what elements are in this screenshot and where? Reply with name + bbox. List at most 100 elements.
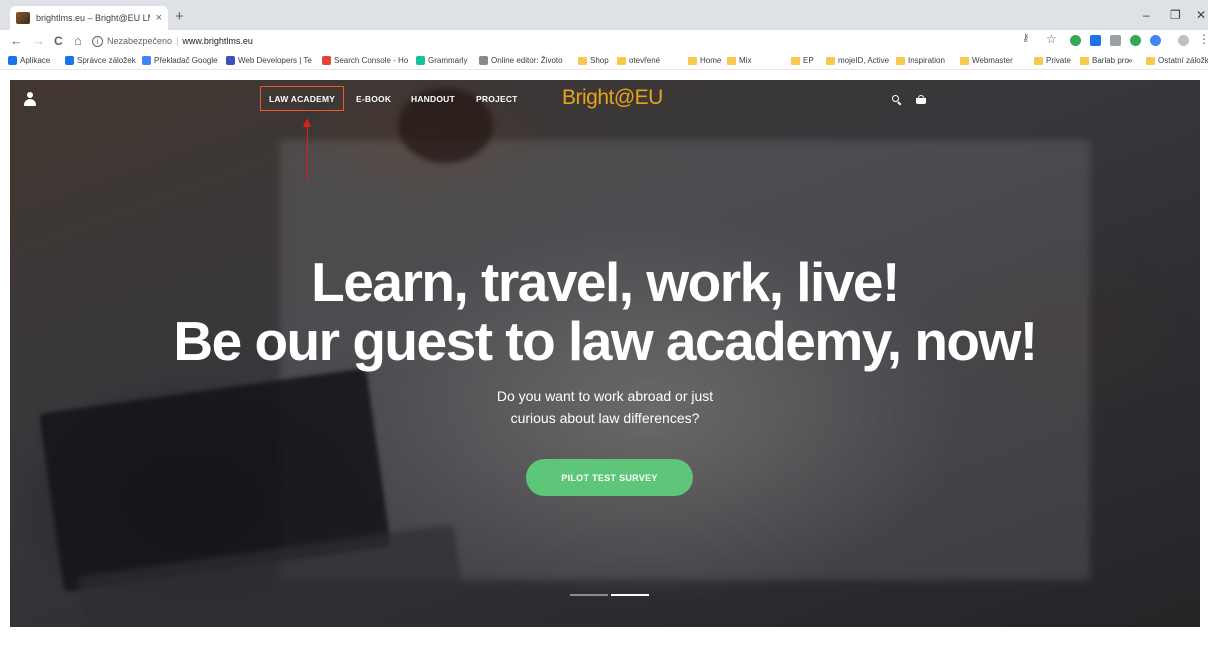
editor-icon: [479, 56, 488, 65]
folder-icon: [578, 56, 587, 65]
extension-icon[interactable]: [1090, 35, 1101, 46]
bookmark-label: Online editor: Životo: [491, 56, 563, 65]
bookmark-item[interactable]: Barlab pro: [1080, 56, 1129, 65]
bookmark-label: Web Developers | Te: [238, 56, 312, 65]
tab-strip: brightlms.eu – Bright@EU LMS × + – ❐ ✕: [0, 0, 1208, 30]
bookmark-item[interactable]: Home: [688, 56, 721, 65]
forward-button[interactable]: →: [32, 33, 45, 49]
user-icon[interactable]: [24, 92, 36, 106]
browser-window: brightlms.eu – Bright@EU LMS × + – ❐ ✕ ←…: [0, 0, 1208, 659]
bookmark-label: Shop: [590, 56, 609, 65]
back-button[interactable]: ←: [10, 33, 23, 49]
site-navigation: LAW ACADEMY E-BOOK HANDOUT PROJECT Brigh…: [10, 80, 1200, 120]
slider-dot[interactable]: [570, 594, 608, 596]
bookmark-label: Inspiration: [908, 56, 945, 65]
star-icon: [65, 56, 74, 65]
tab-close-icon[interactable]: ×: [156, 12, 162, 24]
browser-menu-icon[interactable]: ⋮: [1198, 32, 1208, 46]
bookmark-label: Barlab pro: [1092, 56, 1129, 65]
pilot-test-survey-button[interactable]: PILOT TEST SURVEY: [526, 459, 693, 496]
bookmark-item[interactable]: Správce záložek: [65, 56, 136, 65]
tab-title: brightlms.eu – Bright@EU LMS: [36, 13, 150, 23]
hero-headline-line-2: Be our guest to law academy, now!: [173, 310, 1038, 372]
other-bookmarks[interactable]: Ostatní záložky: [1146, 56, 1208, 65]
apps-icon: [8, 56, 17, 65]
basket-icon[interactable]: [916, 95, 926, 104]
bookmark-label: Home: [700, 56, 722, 65]
bookmark-star-icon[interactable]: ☆: [1046, 32, 1057, 46]
bookmark-label: Grammarly: [428, 56, 468, 65]
annotation-arrow-line: [307, 126, 308, 180]
folder-icon: [617, 56, 626, 65]
google-icon: [322, 56, 331, 65]
translate-icon: [142, 56, 151, 65]
slider-dot[interactable]: [611, 594, 649, 596]
bookmark-label: otevřené: [629, 56, 661, 65]
extension-icon[interactable]: [1150, 35, 1161, 46]
site-logo[interactable]: Bright@EU: [562, 86, 663, 110]
bookmark-item[interactable]: Grammarly: [416, 56, 468, 65]
folder-icon: [1034, 56, 1043, 65]
browser-tab[interactable]: brightlms.eu – Bright@EU LMS ×: [10, 6, 168, 30]
bookmark-item[interactable]: Aplikace: [8, 56, 50, 65]
bookmark-item[interactable]: Web Developers | Te: [226, 56, 312, 65]
folder-icon: [1146, 56, 1155, 65]
bookmark-label: Překladač Google: [154, 56, 218, 65]
bookmarks-overflow-button[interactable]: »: [1128, 56, 1132, 65]
nav-handout[interactable]: HANDOUT: [411, 94, 455, 104]
folder-icon: [826, 56, 835, 65]
search-icon[interactable]: [892, 95, 902, 106]
bookmark-item[interactable]: Webmaster: [960, 56, 1013, 65]
bookmark-item[interactable]: Shop: [578, 56, 609, 65]
address-bar[interactable]: i Nezabezpečeno | www.brightlms.eu: [92, 32, 1012, 50]
reload-button[interactable]: C: [54, 33, 63, 49]
bookmark-item[interactable]: Inspiration: [896, 56, 945, 65]
security-label: Nezabezpečeno: [107, 36, 173, 46]
bookmark-label: Správce záložek: [77, 56, 136, 65]
bookmark-label: Webmaster: [972, 56, 1013, 65]
bookmark-label: EP: [803, 56, 814, 65]
bookmark-label: Ostatní záložky: [1158, 56, 1208, 65]
extension-icon[interactable]: [1110, 35, 1121, 46]
bookmark-item[interactable]: Mix: [727, 56, 751, 65]
folder-icon: [1080, 56, 1089, 65]
url-text: www.brightlms.eu: [182, 36, 253, 46]
web-dev-icon: [226, 56, 235, 65]
bookmark-label: Private: [1046, 56, 1071, 65]
new-tab-button[interactable]: +: [175, 8, 184, 26]
bookmark-label: mojeID, Active: [838, 56, 890, 65]
nav-project[interactable]: PROJECT: [476, 94, 518, 104]
info-icon[interactable]: i: [92, 35, 103, 47]
hero-subtext-line-1: Do you want to work abroad or just: [496, 388, 714, 404]
bookmark-item[interactable]: otevřené: [617, 56, 660, 65]
bookmark-item[interactable]: Search Console - Ho: [322, 56, 408, 65]
bookmark-item[interactable]: mojeID, Active: [826, 56, 889, 65]
bookmark-item[interactable]: EP: [791, 56, 814, 65]
extension-icon[interactable]: [1130, 35, 1141, 46]
extension-icon[interactable]: [1070, 35, 1081, 46]
bookmark-label: Mix: [739, 56, 752, 65]
nav-ebook[interactable]: E-BOOK: [356, 94, 391, 104]
nav-law-academy[interactable]: LAW ACADEMY: [269, 94, 335, 104]
folder-icon: [791, 56, 800, 65]
key-icon[interactable]: ⚷: [1022, 33, 1029, 44]
folder-icon: [727, 56, 736, 65]
folder-icon: [688, 56, 697, 65]
site-favicon-icon: [16, 12, 30, 24]
bookmarks-bar: Aplikace Správce záložek Překladač Google W…: [0, 52, 1208, 70]
home-button[interactable]: ⌂: [74, 33, 82, 49]
bookmark-item[interactable]: Online editor: Životo: [479, 56, 563, 65]
separator: |: [176, 36, 179, 46]
folder-icon: [896, 56, 905, 65]
close-window-button[interactable]: ✕: [1196, 8, 1206, 22]
hero-subtext-line-2: curious about law differences?: [510, 410, 700, 426]
minimize-button[interactable]: –: [1143, 8, 1150, 22]
hero-headline-line-1: Learn, travel, work, live!: [311, 251, 900, 313]
profile-avatar-icon[interactable]: [1178, 35, 1189, 46]
bookmark-item[interactable]: Překladač Google: [142, 56, 218, 65]
maximize-button[interactable]: ❐: [1170, 8, 1181, 22]
bookmark-item[interactable]: Private: [1034, 56, 1071, 65]
folder-icon: [960, 56, 969, 65]
hero-section: LAW ACADEMY E-BOOK HANDOUT PROJECT Brigh…: [10, 80, 1200, 627]
bookmark-label: Aplikace: [20, 56, 51, 65]
